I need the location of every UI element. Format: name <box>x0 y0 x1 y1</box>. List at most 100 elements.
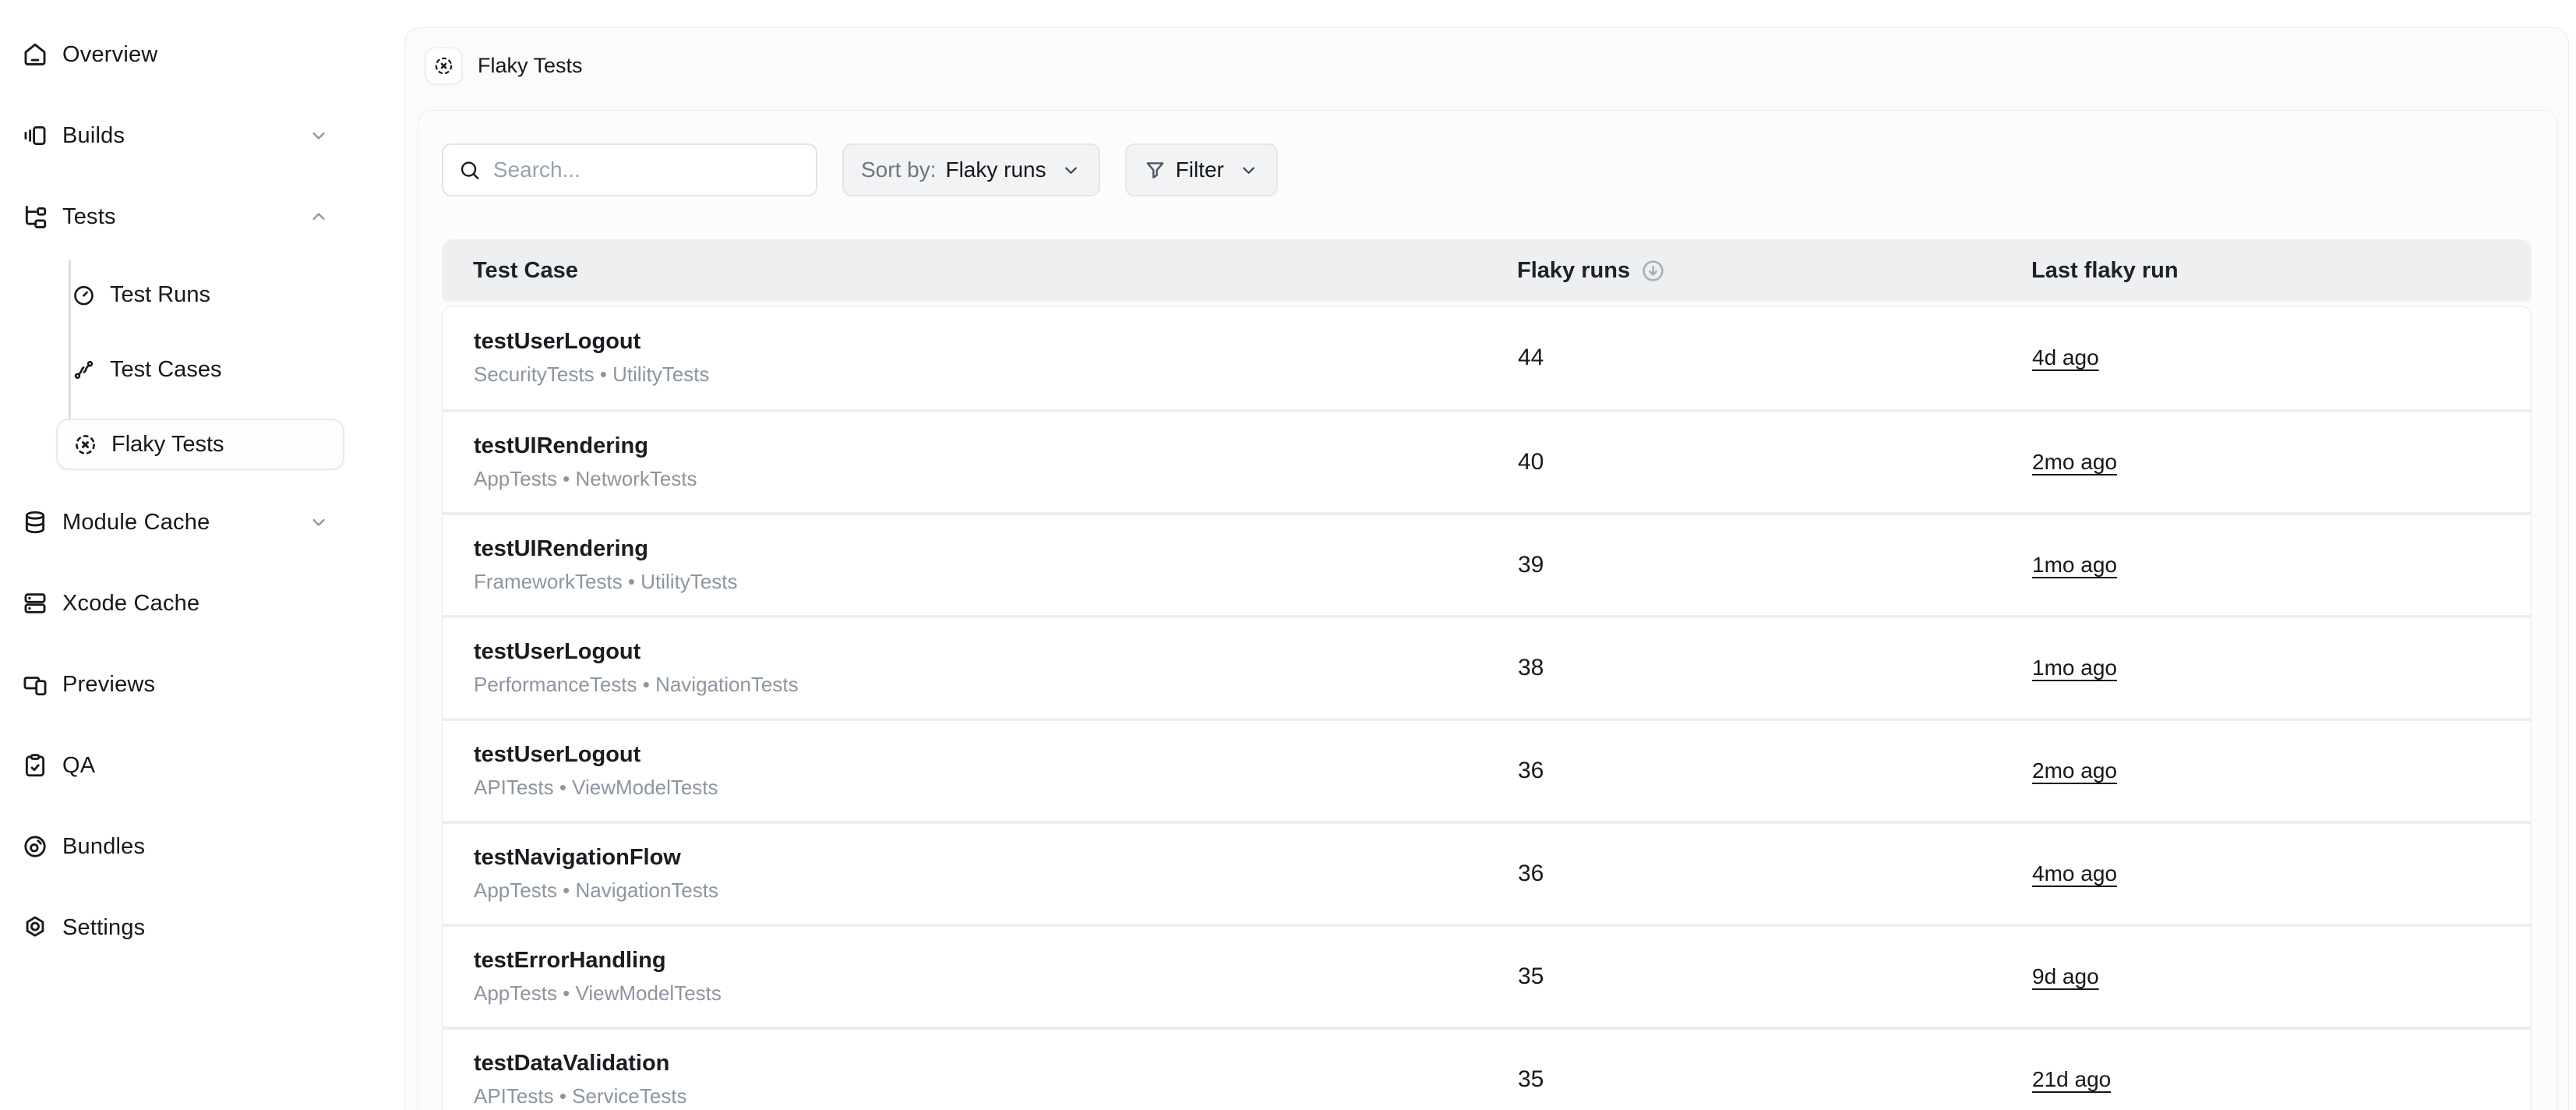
sidebar-item-settings[interactable]: Settings <box>0 887 404 968</box>
last-flaky-run-link[interactable]: 4mo ago <box>2032 861 2117 886</box>
test-suites: APITests • ViewModelTests <box>474 776 1518 800</box>
test-suites: AppTests • ViewModelTests <box>474 981 1518 1006</box>
sidebar-item-label: Bundles <box>62 834 145 860</box>
sidebar-item-module-cache[interactable]: Module Cache <box>0 482 404 563</box>
last-flaky-run-link[interactable]: 2mo ago <box>2032 450 2117 474</box>
bundles-icon <box>22 833 48 860</box>
search-box[interactable] <box>442 143 817 196</box>
test-suites: FrameworkTests • UtilityTests <box>474 570 1518 594</box>
settings-icon <box>22 914 48 941</box>
flaky-runs-count: 39 <box>1518 552 2032 578</box>
builds-icon <box>22 122 48 149</box>
flaky-tests-table: Test Case Flaky runs Last flaky run test… <box>442 239 2532 1110</box>
sort-button[interactable]: Sort by: Flaky runs <box>842 143 1100 196</box>
database-icon <box>22 509 48 536</box>
test-name: testUIRendering <box>474 536 1518 562</box>
tests-icon <box>22 203 48 230</box>
chevron-down-icon <box>308 511 330 533</box>
column-header-test-case: Test Case <box>473 258 1517 284</box>
sidebar-item-test-cases[interactable]: Test Cases <box>0 332 404 407</box>
devices-icon <box>22 671 48 698</box>
table-row[interactable]: testNavigationFlow AppTests • Navigation… <box>443 821 2531 924</box>
table-row[interactable]: testUserLogout APITests • ViewModelTests… <box>443 718 2531 821</box>
page-header: Flaky Tests <box>425 48 583 84</box>
test-name: testUserLogout <box>474 329 1518 355</box>
sidebar-item-label: Tests <box>62 204 116 230</box>
chevron-up-icon <box>308 206 330 228</box>
flaky-runs-count: 35 <box>1518 963 2032 990</box>
last-flaky-run-link[interactable]: 1mo ago <box>2032 656 2117 680</box>
flaky-runs-count: 44 <box>1518 345 2032 371</box>
sidebar-item-qa[interactable]: QA <box>0 725 404 806</box>
table-row[interactable]: testDataValidation APITests • ServiceTes… <box>443 1027 2531 1110</box>
flaky-tests-page-icon-button <box>425 48 462 84</box>
sidebar-item-bundles[interactable]: Bundles <box>0 806 404 887</box>
flaky-runs-count: 38 <box>1518 655 2032 681</box>
flaky-icon <box>73 433 97 457</box>
sort-value: Flaky runs <box>945 157 1046 182</box>
table-row[interactable]: testUIRendering FrameworkTests • Utility… <box>443 512 2531 615</box>
last-flaky-run-link[interactable]: 21d ago <box>2032 1067 2111 1091</box>
test-name: testNavigationFlow <box>474 845 1518 871</box>
sidebar-item-label: Builds <box>62 123 125 149</box>
sidebar-item-tests[interactable]: Tests <box>0 176 404 257</box>
toolbar: Sort by: Flaky runs Filter <box>442 143 1278 196</box>
filter-funnel-icon <box>1144 159 1166 182</box>
main-panel: Flaky Tests Sort by: Flaky runs Filter T… <box>404 27 2569 1110</box>
flaky-runs-count: 36 <box>1518 758 2032 784</box>
sidebar-item-label: Test Cases <box>110 357 221 383</box>
sidebar-item-label: Settings <box>62 915 145 941</box>
sidebar-item-flaky-tests[interactable]: Flaky Tests <box>56 419 344 470</box>
test-name: testUserLogout <box>474 742 1518 768</box>
sidebar-item-previews[interactable]: Previews <box>0 644 404 725</box>
table-body: testUserLogout SecurityTests • UtilityTe… <box>442 306 2532 1110</box>
table-row[interactable]: testUIRendering AppTests • NetworkTests … <box>443 409 2531 512</box>
content-card: Sort by: Flaky runs Filter Test Case Fla… <box>418 110 2557 1110</box>
test-suites: AppTests • NavigationTests <box>474 878 1518 903</box>
last-flaky-run-link[interactable]: 1mo ago <box>2032 553 2117 577</box>
sort-descending-icon <box>1641 259 1665 283</box>
sidebar-subnav-tests: Test Runs Test Cases Flaky Tests <box>0 257 404 470</box>
test-suites: AppTests • NetworkTests <box>474 467 1518 491</box>
chevron-down-icon <box>1060 160 1082 181</box>
table-header: Test Case Flaky runs Last flaky run <box>442 239 2532 302</box>
flaky-tests-icon <box>433 55 454 76</box>
table-row[interactable]: testUserLogout PerformanceTests • Naviga… <box>443 615 2531 718</box>
last-flaky-run-link[interactable]: 2mo ago <box>2032 758 2117 783</box>
search-input[interactable] <box>493 157 800 182</box>
sidebar: Overview Builds Tests Test Runs Test Cas… <box>0 0 404 1110</box>
sidebar-item-overview[interactable]: Overview <box>0 14 404 95</box>
sidebar-item-label: Xcode Cache <box>62 591 199 617</box>
home-icon <box>22 41 48 68</box>
test-suites: SecurityTests • UtilityTests <box>474 362 1518 387</box>
sidebar-item-label: Overview <box>62 42 157 68</box>
test-suites: PerformanceTests • NavigationTests <box>474 673 1518 697</box>
flaky-runs-count: 36 <box>1518 861 2032 887</box>
column-header-last-flaky-run: Last flaky run <box>2031 258 2532 284</box>
filter-label: Filter <box>1176 157 1224 182</box>
chevron-down-icon <box>1238 160 1259 181</box>
column-header-flaky-runs[interactable]: Flaky runs <box>1517 258 2031 284</box>
route-icon <box>72 358 96 382</box>
flaky-runs-count: 35 <box>1518 1066 2032 1093</box>
sidebar-item-label: Test Runs <box>110 282 210 308</box>
table-row[interactable]: testErrorHandling AppTests • ViewModelTe… <box>443 924 2531 1027</box>
sidebar-item-test-runs[interactable]: Test Runs <box>0 257 404 332</box>
test-name: testErrorHandling <box>474 948 1518 974</box>
table-row[interactable]: testUserLogout SecurityTests • UtilityTe… <box>443 306 2531 409</box>
sidebar-nav: Overview Builds Tests Test Runs Test Cas… <box>0 14 404 968</box>
last-flaky-run-link[interactable]: 4d ago <box>2032 345 2099 369</box>
last-flaky-run-link[interactable]: 9d ago <box>2032 964 2099 988</box>
sidebar-item-xcode-cache[interactable]: Xcode Cache <box>0 563 404 644</box>
test-suites: APITests • ServiceTests <box>474 1084 1518 1108</box>
sort-by-label: Sort by: <box>861 157 936 182</box>
sidebar-item-label: Module Cache <box>62 510 210 536</box>
filter-button[interactable]: Filter <box>1125 143 1278 196</box>
chevron-down-icon <box>308 125 330 147</box>
sidebar-item-label: Flaky Tests <box>111 432 224 458</box>
sidebar-item-label: QA <box>62 753 95 779</box>
sidebar-item-builds[interactable]: Builds <box>0 95 404 176</box>
clipboard-icon <box>22 752 48 779</box>
flaky-runs-count: 40 <box>1518 449 2032 475</box>
sidebar-item-label: Previews <box>62 672 155 698</box>
